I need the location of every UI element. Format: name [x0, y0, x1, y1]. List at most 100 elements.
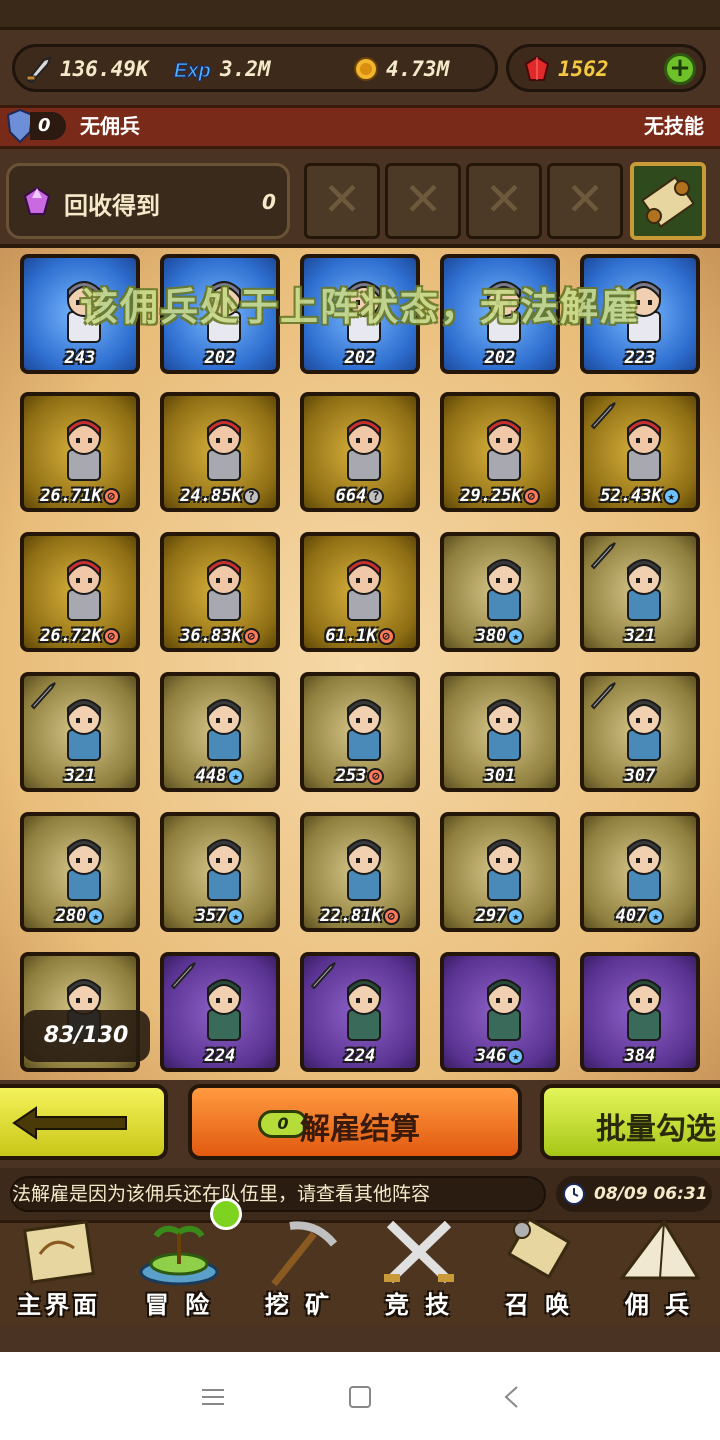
equipped-sword-icon — [310, 962, 336, 990]
mercenary-card[interactable]: 321+ — [580, 532, 700, 652]
mercenary-portrait — [627, 979, 661, 1041]
mercenary-portrait — [487, 419, 521, 481]
mercenary-level: 224+ — [306, 1046, 414, 1066]
level-text: 253 — [335, 766, 367, 786]
level-text: 280 — [55, 906, 87, 926]
mercenary-card[interactable]: 357 ★ — [160, 812, 280, 932]
mercenary-level: 202+ — [306, 348, 414, 368]
mercenary-card[interactable]: 407 ★ — [580, 812, 700, 932]
mercenary-level: 357 ★ — [166, 906, 274, 926]
mercenary-card[interactable]: 52.43K ★ — [580, 392, 700, 512]
star-badge-icon: ★ — [227, 907, 245, 925]
nav-mining[interactable]: 挖 矿 — [240, 1210, 358, 1322]
crystal-icon — [23, 186, 51, 215]
mercenary-portrait — [347, 979, 381, 1041]
mercenary-level: 384+ — [586, 1046, 694, 1066]
star-badge-icon: ★ — [507, 627, 525, 645]
level-text: 664 — [335, 486, 367, 506]
crossed-swords-icon — [384, 1220, 454, 1284]
summon-scroll-icon — [507, 1217, 571, 1279]
level-text: 223 — [624, 348, 656, 368]
equipped-sword-icon — [590, 542, 616, 570]
back-icon[interactable] — [497, 1384, 527, 1410]
mercenary-card[interactable]: 36.83K ⊘ — [160, 532, 280, 652]
mercenary-level: 253 ⊘ — [306, 766, 414, 786]
mercenary-card[interactable]: 346 ★ — [440, 952, 560, 1072]
exp-value: 3.2M — [220, 57, 271, 81]
mercenary-card[interactable]: 307+ — [580, 672, 700, 792]
mercenary-level: 321+ — [26, 766, 134, 786]
mercenary-card[interactable]: 24.85K? — [160, 392, 280, 512]
nav-mercenary[interactable]: 佣 兵 — [600, 1210, 718, 1322]
mercenary-portrait — [207, 699, 241, 761]
star-badge-icon: ★ — [507, 1047, 525, 1065]
level-text: 202 — [484, 348, 516, 368]
mercenary-level: 36.83K ⊘ — [166, 626, 274, 646]
nav-main-label: 主界面 — [17, 1291, 101, 1319]
mercenary-card[interactable]: 380 ★ — [440, 532, 560, 652]
nav-summon[interactable]: 召 唤 — [480, 1210, 598, 1322]
mercenary-card[interactable]: 664? — [300, 392, 420, 512]
mercenary-portrait — [627, 839, 661, 901]
mercenary-count: 0 — [30, 112, 66, 140]
mercenary-card[interactable]: 61.1K ⊘ — [300, 532, 420, 652]
empty-slot-3[interactable]: ✕ — [466, 163, 542, 239]
deployed-warning-banner: 该佣兵处于上阵状态，无法解雇 — [79, 285, 640, 329]
mercenary-card[interactable]: 280 ★ — [20, 812, 140, 932]
level-text: 321 — [64, 766, 96, 786]
home-icon[interactable] — [345, 1384, 375, 1410]
gold-value: 4.73M — [386, 57, 450, 81]
tent-icon — [619, 1219, 701, 1280]
level-text: 52.43K — [600, 486, 662, 506]
nav-arena[interactable]: 竞 技 — [360, 1210, 478, 1322]
mercenary-level: 202+ — [446, 348, 554, 368]
mercenary-card[interactable]: 301+ — [440, 672, 560, 792]
mercenary-card[interactable]: 26.72K ⊘ — [20, 532, 140, 652]
nav-adventure-label: 冒 险 — [144, 1291, 214, 1319]
mercenary-card[interactable]: 22.81K ⊘ — [300, 812, 420, 932]
mercenary-level: 26.71K ⊘ — [26, 486, 134, 506]
mercenary-portrait — [487, 839, 521, 901]
level-text: 301 — [484, 766, 516, 786]
mercenary-level: 280 ★ — [26, 906, 134, 926]
mercenary-portrait — [347, 699, 381, 761]
add-gems-button[interactable]: + — [664, 53, 696, 85]
mercenary-portrait — [487, 699, 521, 761]
mercenary-card[interactable]: 384+ — [580, 952, 700, 1072]
mercenary-panel: 243+202+202+202+223+26.71K⊘24.85K?664?29… — [0, 244, 720, 1084]
empty-slot-1[interactable]: ✕ — [304, 163, 380, 239]
mercenary-level: 448 ★ — [166, 766, 274, 786]
mercenary-card[interactable]: 448 ★ — [160, 672, 280, 792]
level-text: 224 — [344, 1046, 376, 1066]
level-text: 202 — [344, 348, 376, 368]
mercenary-card[interactable]: 321+ — [20, 672, 140, 792]
mercenary-level: 380 ★ — [446, 626, 554, 646]
mercenary-level: 24.85K? — [166, 486, 274, 506]
mercenary-level: 202+ — [166, 348, 274, 368]
menu-icon[interactable] — [198, 1384, 228, 1410]
level-text: 22.81K — [320, 906, 382, 926]
mercenary-level: 301+ — [446, 766, 554, 786]
batch-label: 批量勾选 — [596, 1112, 716, 1147]
level-text: 26.72K — [40, 626, 102, 646]
mercenary-card[interactable]: 253 ⊘ — [300, 672, 420, 792]
clock-icon — [563, 1183, 585, 1205]
mercenary-card[interactable]: 224+ — [300, 952, 420, 1072]
empty-slot-2[interactable]: ✕ — [385, 163, 461, 239]
star-badge-icon: ★ — [662, 487, 680, 505]
mercenary-card[interactable]: 297 ★ — [440, 812, 560, 932]
nav-main[interactable]: 主界面 — [0, 1210, 118, 1322]
mercenary-card[interactable]: 26.71K ⊘ — [20, 392, 140, 512]
top-decoration — [0, 0, 720, 30]
system-message: 法解雇是因为该佣兵还在队伍里，请查看其他阵容 — [10, 1176, 546, 1212]
unknown-badge-icon: ? — [242, 487, 260, 505]
mercenary-card[interactable]: 224+ — [160, 952, 280, 1072]
star-badge-icon: ★ — [87, 907, 105, 925]
mercenary-portrait — [347, 839, 381, 901]
scroll-item-button[interactable] — [630, 162, 706, 240]
mercenary-portrait — [67, 839, 101, 901]
star-badge-icon: ★ — [227, 767, 245, 785]
mercenary-counter: 83/130 — [22, 1010, 150, 1062]
empty-slot-4[interactable]: ✕ — [547, 163, 623, 239]
mercenary-card[interactable]: 29.25K ⊘ — [440, 392, 560, 512]
